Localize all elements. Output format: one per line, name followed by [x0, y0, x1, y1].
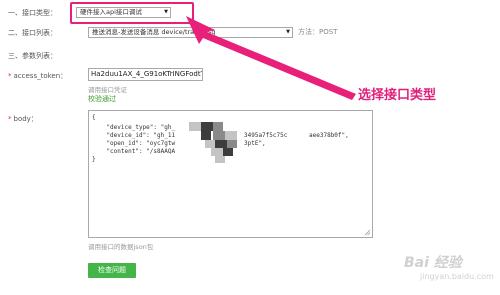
json-line: "content": "/s8AAQA: [92, 148, 176, 155]
chevron-down-icon: ▼: [286, 29, 290, 35]
body-hint: 调用接口的数据json包: [88, 243, 154, 251]
redaction-mosaic: [215, 156, 225, 163]
json-line: }: [92, 156, 96, 163]
json-line: "open_id": "oyc7gtw: [92, 140, 176, 147]
body-textarea[interactable]: { "device_type": "gh_ "device_id": "gh_1…: [88, 110, 373, 238]
check-issue-button[interactable]: 检查问题: [88, 263, 136, 278]
redaction-mosaic: [223, 148, 233, 156]
redaction-mosaic: [215, 140, 227, 148]
json-line-tail: 3495a7f5c75c aee378b0f",: [244, 132, 349, 139]
redaction-mosaic: [227, 140, 237, 148]
json-line: "device_id": "gh_11: [92, 132, 176, 139]
access-token-status: 校验通过: [88, 95, 116, 103]
redaction-mosaic: [213, 122, 223, 131]
baidu-watermark: Bai 经验: [404, 255, 462, 271]
redaction-mosaic: [205, 140, 215, 148]
json-line-tail: 3ptE",: [244, 140, 266, 147]
redaction-mosaic: [189, 122, 201, 131]
json-line: {: [92, 114, 96, 121]
interface-type-label: 一、接口类型：: [8, 9, 57, 17]
body-label: * body：: [8, 114, 38, 124]
redaction-mosaic: [201, 131, 211, 140]
redaction-mosaic: [225, 131, 237, 140]
annotation-text: 选择接口类型: [358, 88, 437, 103]
access-token-label-text: access_token：: [13, 72, 68, 80]
interface-list-select[interactable]: 推送消息-发送设备消息 device/transmsg ▼: [88, 27, 293, 38]
method-text: 方法：POST: [298, 28, 338, 36]
required-mark: *: [8, 115, 12, 123]
interface-list-value: 推送消息-发送设备消息 device/transmsg: [92, 28, 216, 36]
required-mark: *: [8, 72, 12, 80]
access-token-hint: 调用接口凭证: [88, 86, 127, 94]
resize-handle-icon[interactable]: [364, 229, 371, 236]
access-token-input[interactable]: Ha2duu1AX_4_G91oKTrINGFodtTy: [88, 68, 203, 81]
access-token-label: * access_token：: [8, 71, 67, 81]
chevron-down-icon: ▼: [164, 9, 168, 15]
body-label-text: body：: [13, 115, 38, 123]
interface-type-value: 硬件接入api接口调试: [80, 8, 142, 16]
json-line: "device_type": "gh_: [92, 124, 176, 131]
redaction-mosaic: [211, 148, 223, 156]
redaction-mosaic: [213, 131, 225, 140]
baidu-watermark-url: jingyan.baidu.com: [420, 272, 494, 281]
interface-list-label: 二、接口列表：: [8, 29, 57, 37]
params-label: 三、参数列表：: [8, 52, 57, 60]
redaction-mosaic: [201, 122, 213, 131]
interface-type-select[interactable]: 硬件接入api接口调试 ▼: [76, 7, 171, 18]
